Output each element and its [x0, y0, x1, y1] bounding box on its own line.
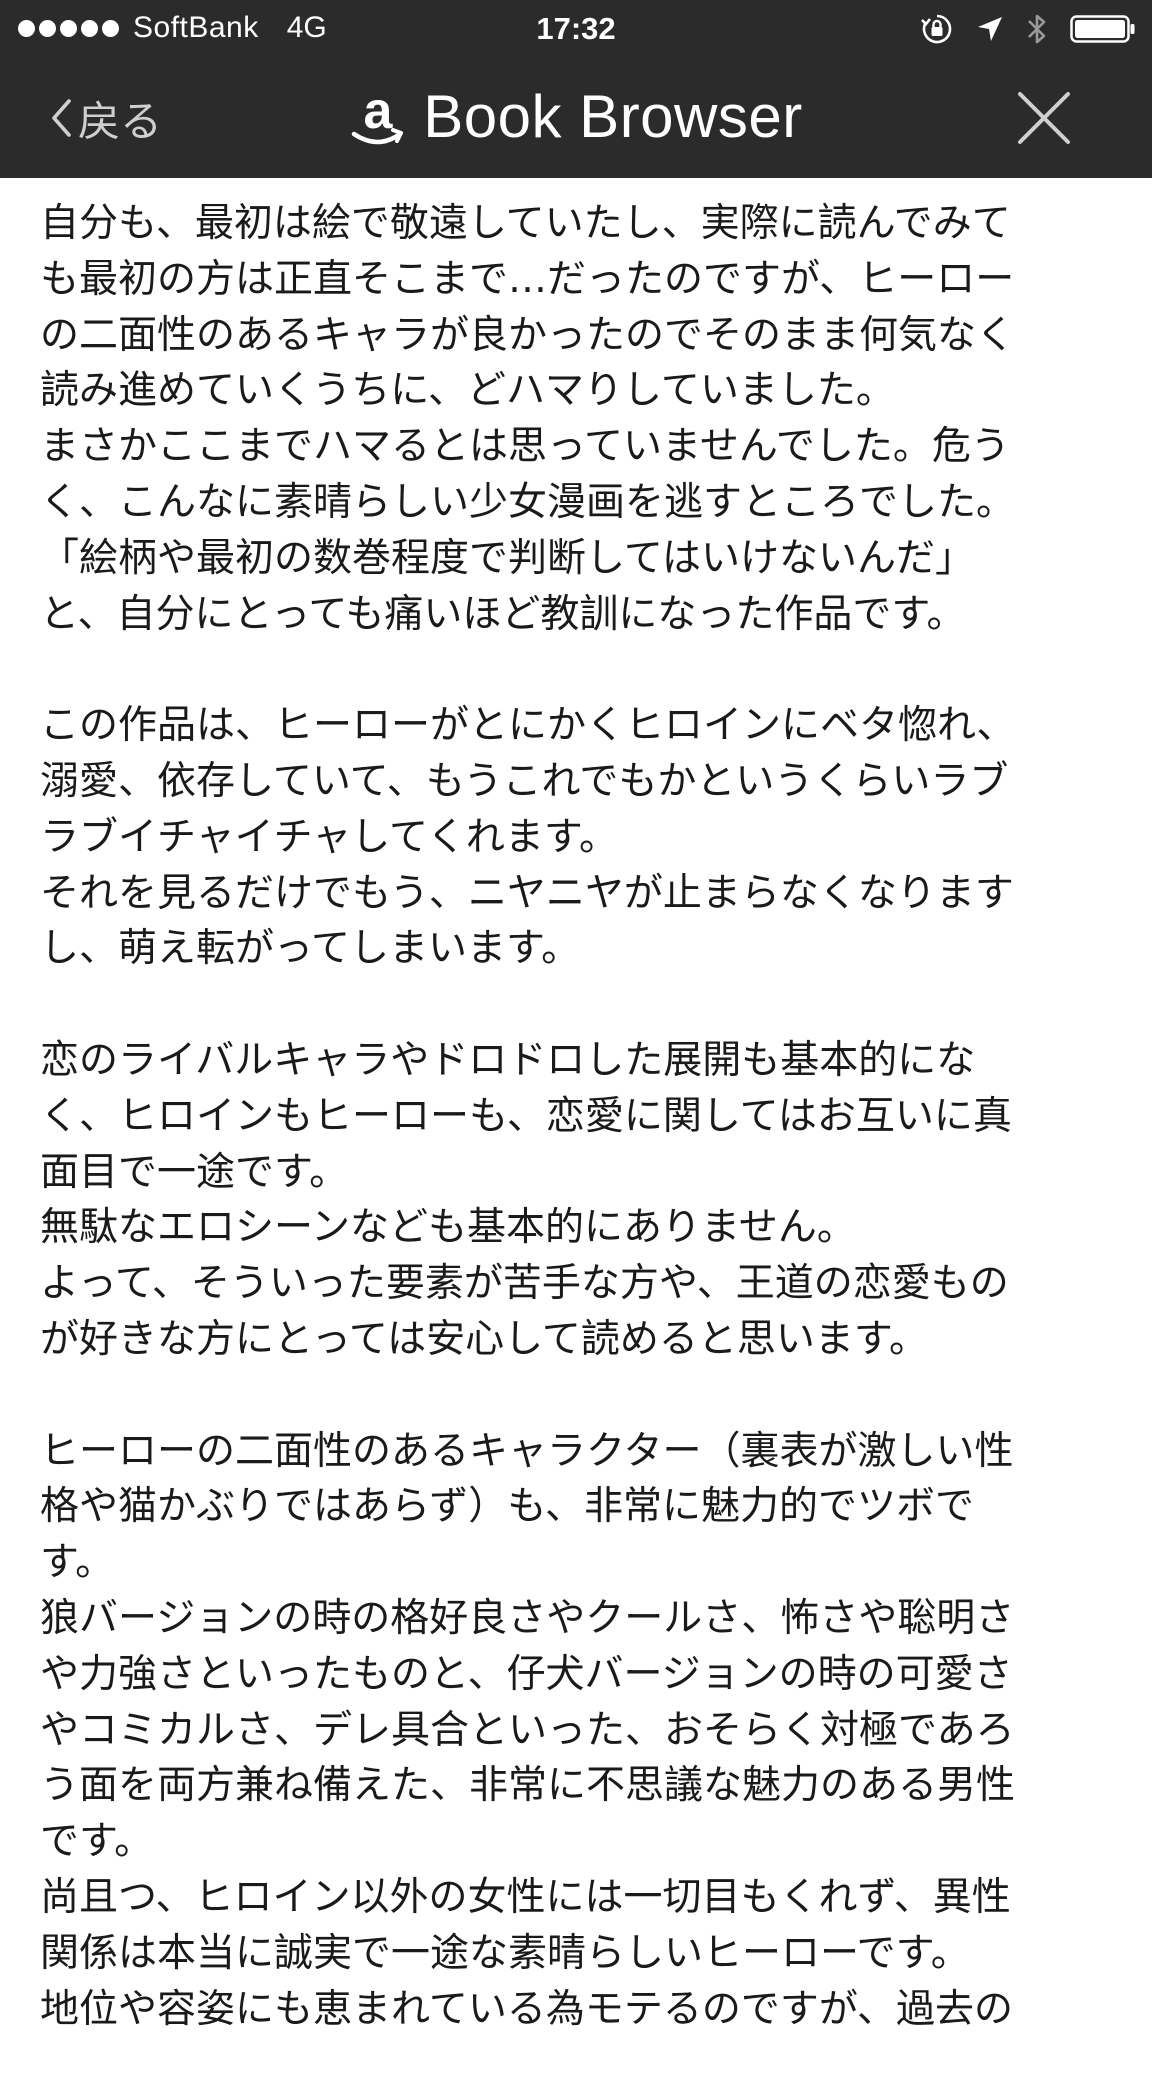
status-bar: SoftBank 4G 17:32: [0, 0, 1152, 58]
review-paragraph: 恋のライバルキャラやドロドロした展開も基本的にな く、ヒロインもヒーローも、恋愛…: [40, 1033, 1130, 1368]
review-paragraph: ヒーローの二面性のあるキャラクター（裏表が激しい性 格や猫かぶりではあらず）も、…: [40, 1424, 1130, 2038]
text-line: 「絵柄や最初の数巻程度で判断してはいけないんだ」: [40, 535, 975, 581]
nav-title-group: a Book Browser: [0, 82, 1152, 151]
svg-text:a: a: [364, 84, 394, 140]
location-arrow-icon: [978, 17, 1002, 41]
close-button[interactable]: [1016, 90, 1072, 146]
text-line: 面目で一途です。: [40, 1149, 349, 1195]
text-line: し、萌え転がってしまいます。: [40, 926, 581, 972]
navigation-bar: 戻る a Book Browser: [0, 58, 1152, 178]
review-paragraph: この作品は、ヒーローがとにかくヒロインにベタ惚れ、 溺愛、依存していて、もうこれ…: [40, 698, 1130, 977]
text-line: 地位や容姿にも恵まれている為モテるのですが、過去の: [40, 1986, 1014, 2032]
text-line: 格や猫かぶりではあらず）も、非常に魅力的でツボで: [40, 1484, 975, 1530]
text-line: 溺愛、依存していて、もうこれでもかというくらいラブ: [40, 758, 1009, 804]
text-line: この作品は、ヒーローがとにかくヒロインにベタ惚れ、: [40, 703, 1016, 749]
close-icon: [1018, 92, 1070, 144]
text-line: と、自分にとっても痛いほど教訓になった作品です。: [40, 591, 966, 637]
text-line: ラブイチャイチャしてくれます。: [40, 814, 618, 860]
review-paragraph: 自分も、最初は絵で敬遠していたし、実際に読んでみて も最初の方は正直そこまで…だ…: [40, 196, 1130, 642]
amazon-logo-icon: a: [352, 84, 404, 144]
orientation-lock-icon: [921, 14, 952, 44]
text-line: く、ヒロインもヒーローも、恋愛に関してはお互いに真: [40, 1093, 1012, 1139]
text-line: や力強さといったものと、仔犬バージョンの時の可愛さ: [40, 1651, 1013, 1697]
status-right: [920, 12, 1136, 46]
text-line: まさかここまでハマるとは思っていませんでした。危う: [40, 424, 1010, 470]
text-line: やコミカルさ、デレ具合といった、おそらく対極であろ: [40, 1707, 1015, 1753]
text-line: す。: [40, 1540, 115, 1586]
text-line: 自分も、最初は絵で敬遠していたし、実際に読んでみて: [40, 201, 1011, 246]
text-line: 尚且つ、ヒロイン以外の女性には一切目もくれず、異性: [40, 1874, 1011, 1920]
review-text: 自分も、最初は絵で敬遠していたし、実際に読んでみて も最初の方は正直そこまで…だ…: [40, 196, 1130, 2093]
text-line: 無駄なエロシーンなども基本的にありません。: [40, 1205, 856, 1251]
text-line: 読み進めていくうちに、どハマりしていました。: [40, 368, 895, 414]
text-line: が好きな方にとっては安心して読めると思います。: [40, 1316, 929, 1362]
text-line: ヒーローの二面性のあるキャラクター（裏表が激しい性: [40, 1428, 1014, 1474]
text-line: 関係は本当に誠実で一途な素晴らしいヒーローです。: [40, 1930, 970, 1976]
battery-icon: [1070, 15, 1135, 43]
nav-title: Book Browser: [423, 83, 803, 150]
bluetooth-icon: [1028, 14, 1046, 44]
text-line: よって、そういった要素が苦手な方や、王道の恋愛もの: [40, 1261, 1009, 1307]
text-line: も最初の方は正直そこまで…だったのですが、ヒーロー: [40, 256, 1015, 302]
text-line: 狼バージョンの時の格好良さやクールさ、怖さや聡明さ: [40, 1595, 1015, 1641]
text-line: 恋のライバルキャラやドロドロした展開も基本的にな: [40, 1037, 976, 1083]
text-line: く、こんなに素晴らしい少女漫画を逃すところでした。: [40, 479, 1016, 525]
text-line: それを見るだけでもう、ニヤニヤが止まらなくなります: [40, 870, 1014, 916]
text-line: の二面性のあるキャラが良かったのでそのまま何気なく: [40, 312, 1016, 358]
text-line: です。: [40, 1819, 154, 1865]
text-line: う面を両方兼ね備えた、非常に不思議な魅力のある男性: [40, 1763, 1016, 1809]
